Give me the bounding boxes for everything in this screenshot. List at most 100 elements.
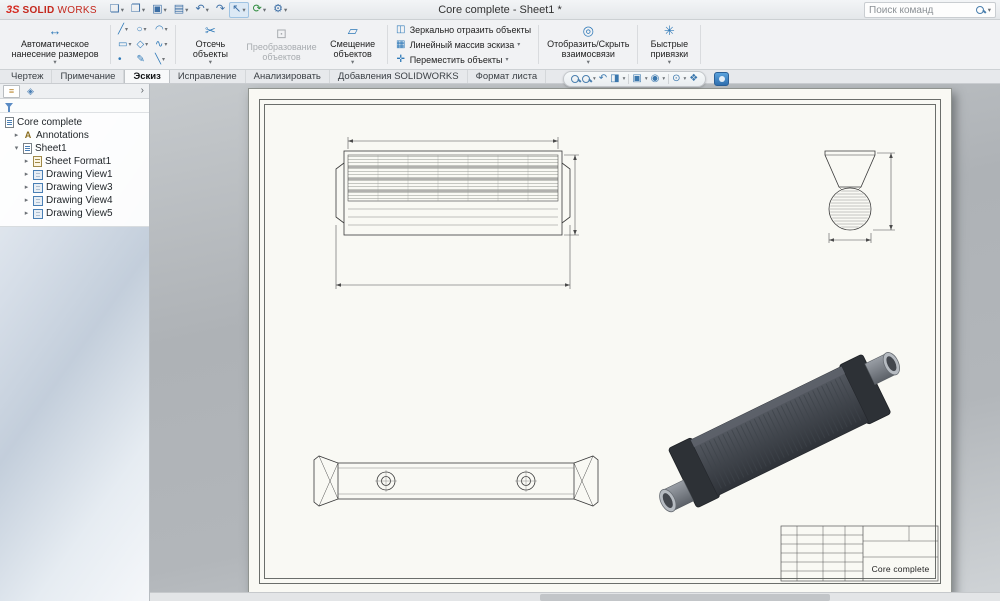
rebuild-button[interactable]: ⟳▾: [250, 2, 269, 18]
view-settings-button[interactable]: [714, 72, 729, 86]
view-orientation-icon[interactable]: ▣: [632, 74, 641, 84]
dropdown-caret-icon[interactable]: ▾: [121, 6, 124, 14]
text-tool[interactable]: ✎: [134, 52, 151, 67]
drawing-sheet[interactable]: Core complete: [248, 88, 952, 595]
tab-evaluate[interactable]: Анализировать: [246, 70, 330, 83]
options-button[interactable]: ⚙▾: [270, 2, 290, 18]
dropdown-caret-icon[interactable]: ▾: [165, 26, 168, 33]
open-button[interactable]: ❐▾: [128, 2, 148, 18]
expand-arrow-icon[interactable]: ▸: [23, 158, 30, 165]
new-document-button[interactable]: ❏▾: [107, 2, 127, 18]
linear-sketch-pattern-button[interactable]: ▦ Линейный массив эскиза ▾: [395, 38, 531, 52]
dropdown-caret-icon[interactable]: ▾: [505, 56, 508, 63]
dropdown-caret-icon[interactable]: ▾: [128, 41, 131, 48]
line-tool[interactable]: ╱▾: [116, 22, 133, 37]
dropdown-caret-icon[interactable]: ▾: [517, 41, 520, 48]
zoom-area-icon[interactable]: [582, 75, 590, 83]
chamfer-tool[interactable]: ╲▾: [153, 52, 170, 67]
offset-entities-button[interactable]: ▱ Смещение объектов ▾: [322, 21, 384, 68]
tree-item-annotations[interactable]: ▸ A Annotations: [0, 129, 149, 142]
side-view[interactable]: [825, 151, 895, 243]
titleblock-part-name[interactable]: Core complete: [865, 559, 936, 578]
dropdown-caret-icon[interactable]: ▾: [242, 6, 245, 14]
dropdown-caret-icon[interactable]: ▾: [668, 60, 671, 66]
dropdown-caret-icon[interactable]: ▾: [593, 76, 596, 82]
tree-item-drawing-view1[interactable]: ▸ Drawing View1: [0, 168, 149, 181]
dropdown-caret-icon[interactable]: ▾: [284, 6, 287, 14]
dropdown-caret-icon[interactable]: ▾: [645, 76, 648, 82]
tree-item-sheet-format1[interactable]: ▸ Sheet Format1: [0, 155, 149, 168]
search-caret-icon[interactable]: ▾: [988, 6, 991, 14]
dropdown-caret-icon[interactable]: ▾: [164, 6, 167, 14]
expand-arrow-icon[interactable]: ▸: [23, 197, 30, 204]
save-button[interactable]: ▣▾: [149, 2, 170, 18]
dropdown-caret-icon[interactable]: ▾: [125, 26, 128, 33]
horizontal-scrollbar[interactable]: [150, 592, 1000, 601]
front-view[interactable]: [336, 137, 579, 289]
dropdown-caret-icon[interactable]: ▾: [185, 6, 188, 14]
convert-entities-button[interactable]: ⊡ Преобразование объектов: [241, 21, 321, 68]
display-manager-tab[interactable]: ◈: [22, 85, 39, 98]
undo-button[interactable]: ↶▾: [192, 2, 211, 18]
edit-appearance-icon[interactable]: ❖: [689, 74, 698, 84]
expand-arrow-icon[interactable]: ▸: [23, 184, 30, 191]
dropdown-caret-icon[interactable]: ▾: [144, 26, 147, 33]
tab-markup[interactable]: Исправление: [170, 70, 246, 83]
spline-tool[interactable]: ∿▾: [153, 37, 170, 52]
move-entities-button[interactable]: ✛ Переместить объекты ▾: [395, 53, 531, 67]
tree-item-drawing-view3[interactable]: ▸ Drawing View3: [0, 181, 149, 194]
ellipse-tool[interactable]: ◇▾: [134, 37, 151, 52]
tab-annotation[interactable]: Примечание: [52, 70, 124, 83]
print-button[interactable]: ▤▾: [171, 2, 192, 18]
dropdown-caret-icon[interactable]: ▾: [683, 76, 686, 82]
point-tool[interactable]: •: [116, 52, 133, 67]
collapse-arrow-icon[interactable]: ▾: [13, 145, 20, 152]
tab-sheet-format[interactable]: Формат листа: [468, 70, 547, 83]
search-icon[interactable]: [976, 6, 984, 14]
rectangle-tool[interactable]: ▭▾: [116, 37, 133, 52]
select-tool-button[interactable]: ↖▾: [229, 2, 248, 18]
graphics-area[interactable]: Core complete: [150, 84, 1000, 601]
dropdown-caret-icon[interactable]: ▾: [206, 6, 209, 14]
expand-arrow-icon[interactable]: ▸: [23, 171, 30, 178]
dropdown-caret-icon[interactable]: ▾: [53, 60, 56, 66]
tree-item-drawing-view5[interactable]: ▸ Drawing View5: [0, 207, 149, 220]
tab-sketch[interactable]: Эскиз: [124, 70, 169, 83]
dropdown-caret-icon[interactable]: ▾: [623, 76, 626, 82]
dropdown-caret-icon[interactable]: ▾: [142, 6, 145, 14]
panel-expand-chevron-icon[interactable]: ›: [141, 86, 146, 96]
scrollbar-thumb[interactable]: [540, 594, 830, 601]
section-view-icon[interactable]: ◨: [610, 74, 619, 84]
tab-addins[interactable]: Добавления SOLIDWORKS: [330, 70, 468, 83]
arc-tool[interactable]: ◠▾: [153, 22, 170, 37]
dropdown-caret-icon[interactable]: ▾: [587, 60, 590, 66]
redo-button[interactable]: ↷: [213, 2, 228, 18]
dropdown-caret-icon[interactable]: ▾: [351, 60, 354, 66]
dropdown-caret-icon[interactable]: ▾: [145, 41, 148, 48]
circle-tool[interactable]: ○▾: [134, 22, 151, 37]
iso-view[interactable]: [641, 341, 917, 521]
display-style-icon[interactable]: ◉: [651, 74, 660, 84]
tree-item-core-complete[interactable]: Core complete: [0, 116, 149, 129]
tree-item-drawing-view4[interactable]: ▸ Drawing View4: [0, 194, 149, 207]
dropdown-caret-icon[interactable]: ▾: [263, 6, 266, 14]
hide-show-items-icon[interactable]: ⊙: [672, 74, 680, 84]
zoom-fit-icon[interactable]: [571, 75, 579, 83]
mirror-entities-button[interactable]: ◫ Зеркально отразить объекты: [395, 23, 531, 37]
tree-item-sheet1[interactable]: ▾ Sheet1: [0, 142, 149, 155]
quick-snaps-button[interactable]: ✳ Быстрые привязки ▾: [641, 21, 697, 68]
auto-dimension-button[interactable]: ↔ Автоматическое нанесение размеров ▾: [3, 21, 107, 68]
dropdown-caret-icon[interactable]: ▾: [209, 60, 212, 66]
dropdown-caret-icon[interactable]: ▾: [162, 56, 165, 63]
feature-tree-tab[interactable]: ≡: [3, 85, 20, 98]
tree-filter-row[interactable]: [0, 99, 149, 113]
dropdown-caret-icon[interactable]: ▾: [164, 41, 167, 48]
tab-view-layout[interactable]: Чертеж: [3, 70, 52, 83]
trim-entities-button[interactable]: ✂ Отсечь объекты ▾: [179, 21, 241, 68]
display-relations-button[interactable]: ◎ Отобразить/Скрыть взаимосвязи ▾: [542, 21, 634, 68]
command-search[interactable]: Поиск команд ▾: [864, 2, 996, 18]
expand-arrow-icon[interactable]: ▸: [23, 210, 30, 217]
expand-arrow-icon[interactable]: ▸: [13, 132, 20, 139]
previous-view-icon[interactable]: ↶: [599, 74, 607, 84]
dropdown-caret-icon[interactable]: ▾: [662, 76, 665, 82]
